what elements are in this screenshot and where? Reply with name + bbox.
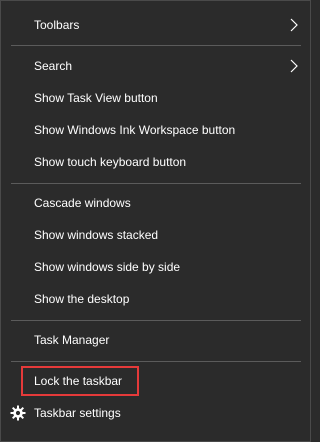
menu-item-label: Show Windows Ink Workspace button xyxy=(34,123,236,137)
menu-item-label: Task Manager xyxy=(34,333,110,347)
menu-separator xyxy=(11,45,301,46)
menu-item-show-windows-side-by-side[interactable]: Show windows side by side xyxy=(1,252,310,282)
menu-separator xyxy=(11,183,301,184)
gear-icon xyxy=(10,405,26,421)
menu-item-label: Show Task View button xyxy=(34,91,158,105)
chevron-right-icon xyxy=(290,59,298,73)
taskbar-context-menu: Toolbars Search Show Task View button Sh… xyxy=(0,0,311,442)
menu-item-label: Show the desktop xyxy=(34,292,130,306)
menu-item-show-ink-workspace[interactable]: Show Windows Ink Workspace button xyxy=(1,115,310,145)
menu-separator xyxy=(11,320,301,321)
menu-item-label: Show windows side by side xyxy=(34,260,181,274)
menu-item-show-windows-stacked[interactable]: Show windows stacked xyxy=(1,220,310,250)
menu-item-label: Taskbar settings xyxy=(34,406,121,420)
menu-item-label: Toolbars xyxy=(34,18,80,32)
menu-item-task-manager[interactable]: Task Manager xyxy=(1,325,310,355)
menu-item-show-desktop[interactable]: Show the desktop xyxy=(1,284,310,314)
menu-item-toolbars[interactable]: Toolbars xyxy=(1,10,310,40)
menu-item-lock-taskbar[interactable]: Lock the taskbar xyxy=(1,366,310,396)
menu-item-search[interactable]: Search xyxy=(1,51,310,81)
menu-item-show-touch-keyboard[interactable]: Show touch keyboard button xyxy=(1,147,310,177)
chevron-right-icon xyxy=(290,18,298,32)
menu-item-cascade-windows[interactable]: Cascade windows xyxy=(1,188,310,218)
menu-separator xyxy=(11,361,301,362)
menu-item-label: Lock the taskbar xyxy=(34,374,123,388)
menu-item-label: Cascade windows xyxy=(34,196,131,210)
menu-item-taskbar-settings[interactable]: Taskbar settings xyxy=(1,398,310,428)
menu-item-label: Search xyxy=(34,59,73,73)
menu-item-label: Show touch keyboard button xyxy=(34,155,187,169)
menu-item-label: Show windows stacked xyxy=(34,228,159,242)
menu-item-show-task-view[interactable]: Show Task View button xyxy=(1,83,310,113)
